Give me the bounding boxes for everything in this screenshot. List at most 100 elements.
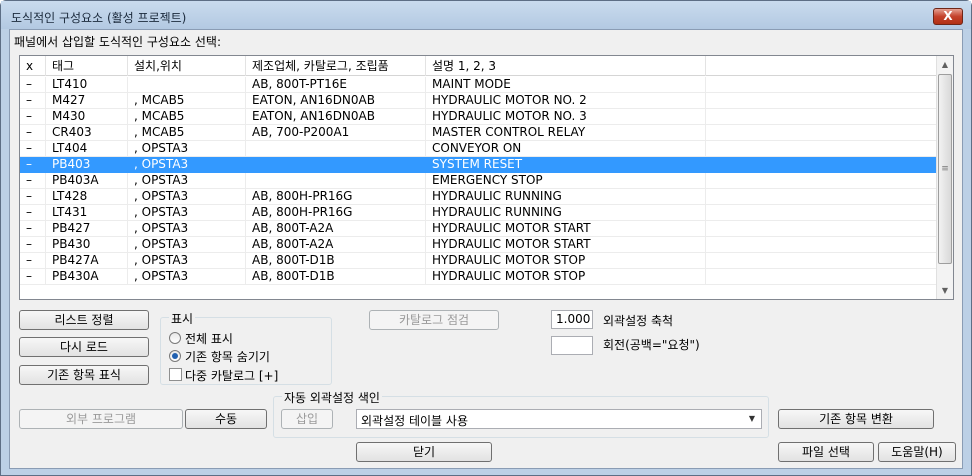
table-cell-location: , OPSTA3: [128, 221, 246, 237]
column-header-catalog[interactable]: 제조업체, 카탈로그, 조립품: [246, 56, 426, 76]
pick-file-button[interactable]: 파일 선택: [778, 442, 874, 462]
table-cell-location: , OPSTA3: [128, 205, 246, 221]
table-cell-catalog: AB, 800H-PR16G: [246, 189, 426, 205]
swap-existing-button[interactable]: 기존 항목 변환: [778, 409, 934, 429]
table-cell-description: HYDRAULIC RUNNING: [426, 205, 706, 221]
window-title: 도식적인 구성요소 (활성 프로젝트): [11, 11, 187, 25]
table-cell-location: , OPSTA3: [128, 253, 246, 269]
table-cell-x: –: [20, 173, 46, 189]
table-cell-location: , MCAB5: [128, 125, 246, 141]
hide-existing-label: 기존 항목 숨기기: [185, 350, 270, 364]
instruction-label: 패널에서 삽입할 도식적인 구성요소 선택:: [14, 35, 221, 49]
multi-catalog-label: 다중 카탈로그 [+]: [185, 369, 279, 383]
table-cell-catalog: AB, 800T-PT16E: [246, 77, 426, 93]
table-row[interactable]: – M427, MCAB5 EATON, AN16DN0AB HYDRAULIC MO…: [20, 93, 936, 109]
table-cell-description: HYDRAULIC MOTOR NO. 2: [426, 93, 706, 109]
table-cell-location: [128, 77, 246, 93]
table-cell-catalog: EATON, AN16DN0AB: [246, 93, 426, 109]
sort-list-button[interactable]: 리스트 정렬: [19, 310, 149, 330]
scroll-grip-icon: ≡: [941, 164, 949, 174]
column-header-location[interactable]: 설치,위치: [128, 56, 246, 76]
rotation-input[interactable]: [551, 336, 593, 355]
scroll-down-arrow-icon[interactable]: ▼: [937, 282, 953, 299]
chevron-down-icon[interactable]: ▼: [745, 412, 759, 426]
table-row[interactable]: – LT410 AB, 800T-PT16E MAINT MODE: [20, 77, 936, 93]
hide-existing-radio[interactable]: [169, 350, 181, 362]
footprint-mode-value: 외곽설정 테이블 사용: [361, 414, 468, 428]
catalog-check-button[interactable]: 카탈로그 점검: [369, 310, 499, 330]
multi-catalog-checkbox[interactable]: [169, 368, 182, 381]
manual-button[interactable]: 수동: [185, 409, 267, 429]
table-cell-catalog: [246, 141, 426, 157]
mark-existing-button[interactable]: 기존 항목 표식: [19, 365, 149, 385]
table-row[interactable]: – PB427A, OPSTA3 AB, 800T-D1B HYDRAULIC MOT…: [20, 253, 936, 269]
table-cell-x: –: [20, 205, 46, 221]
scroll-up-arrow-icon[interactable]: ▲: [937, 56, 953, 73]
table-cell-tag: LT410: [46, 77, 128, 93]
column-header-description[interactable]: 설명 1, 2, 3: [426, 56, 706, 76]
table-cell-catalog: AB, 700-P200A1: [246, 125, 426, 141]
table-cell-location: , OPSTA3: [128, 173, 246, 189]
table-row[interactable]: – PB403, OPSTA3 SYSTEM RESET: [20, 157, 936, 173]
external-program-button[interactable]: 외부 프로그램: [19, 409, 183, 429]
scale-input[interactable]: 1.000: [551, 310, 593, 329]
footprint-mode-select[interactable]: 외곽설정 테이블 사용 ▼: [356, 409, 762, 429]
table-cell-x: –: [20, 269, 46, 285]
table-cell-description: HYDRAULIC MOTOR STOP: [426, 269, 706, 285]
table-row[interactable]: – PB430A, OPSTA3 AB, 800T-D1B HYDRAULIC MOT…: [20, 269, 936, 285]
table-row[interactable]: – PB403A, OPSTA3 EMERGENCY STOP: [20, 173, 936, 189]
table-row[interactable]: – LT428, OPSTA3 AB, 800H-PR16G HYDRAULIC RU…: [20, 189, 936, 205]
scale-label: 외곽설정 축척: [603, 314, 674, 328]
display-group-title: 표시: [169, 310, 196, 327]
list-header: x 태그 설치,위치 제조업체, 카탈로그, 조립품 설명 1, 2, 3: [20, 56, 936, 76]
table-row[interactable]: – LT404, OPSTA3 CONVEYOR ON: [20, 141, 936, 157]
table-cell-x: –: [20, 125, 46, 141]
table-row[interactable]: – PB430, OPSTA3 AB, 800T-A2A HYDRAULIC MOTO…: [20, 237, 936, 253]
show-all-radio[interactable]: [169, 332, 181, 344]
table-cell-catalog: AB, 800T-A2A: [246, 237, 426, 253]
table-row[interactable]: – CR403, MCAB5 AB, 700-P200A1 MASTER CONTRO…: [20, 125, 936, 141]
table-cell-x: –: [20, 221, 46, 237]
vertical-scrollbar[interactable]: ▲ ≡ ▼: [936, 56, 953, 299]
insert-button[interactable]: 삽입: [281, 409, 333, 429]
display-group: 표시 전체 표시 기존 항목 숨기기 다중 카탈로그 [+]: [160, 310, 332, 385]
table-cell-description: EMERGENCY STOP: [426, 173, 706, 189]
table-cell-location: , OPSTA3: [128, 269, 246, 285]
table-cell-tag: PB430: [46, 237, 128, 253]
help-button[interactable]: 도움말(H): [878, 442, 956, 462]
table-cell-x: –: [20, 93, 46, 109]
table-row[interactable]: – PB427, OPSTA3 AB, 800T-A2A HYDRAULIC MOTO…: [20, 221, 936, 237]
table-cell-description: MAINT MODE: [426, 77, 706, 93]
table-cell-x: –: [20, 237, 46, 253]
table-cell-description: HYDRAULIC MOTOR STOP: [426, 253, 706, 269]
table-cell-tag: CR403: [46, 125, 128, 141]
dialog-window: 도식적인 구성요소 (활성 프로젝트) X 패널에서 삽입할 도식적인 구성요소…: [0, 0, 972, 476]
table-cell-catalog: AB, 800H-PR16G: [246, 205, 426, 221]
table-cell-description: HYDRAULIC MOTOR NO. 3: [426, 109, 706, 125]
close-window-button[interactable]: X: [933, 8, 963, 25]
list-rows: – LT410 AB, 800T-PT16E MAINT MODE – M427, MCA…: [20, 77, 936, 285]
table-cell-x: –: [20, 157, 46, 173]
table-row[interactable]: – M430, MCAB5 EATON, AN16DN0AB HYDRAULIC MO…: [20, 109, 936, 125]
table-cell-description: HYDRAULIC MOTOR START: [426, 221, 706, 237]
table-cell-location: , OPSTA3: [128, 157, 246, 173]
component-list[interactable]: x 태그 설치,위치 제조업체, 카탈로그, 조립품 설명 1, 2, 3 – L…: [19, 55, 954, 300]
table-row[interactable]: – LT431, OPSTA3 AB, 800H-PR16G HYDRAULIC RU…: [20, 205, 936, 221]
table-cell-tag: LT428: [46, 189, 128, 205]
column-header-tag[interactable]: 태그: [46, 56, 128, 76]
show-all-label: 전체 표시: [185, 332, 233, 346]
table-cell-tag: LT404: [46, 141, 128, 157]
table-cell-description: HYDRAULIC RUNNING: [426, 189, 706, 205]
title-bar: 도식적인 구성요소 (활성 프로젝트) X: [1, 1, 971, 29]
column-header-x[interactable]: x: [20, 56, 46, 76]
close-dialog-button[interactable]: 닫기: [356, 442, 492, 462]
table-cell-tag: M427: [46, 93, 128, 109]
reload-button[interactable]: 다시 로드: [19, 337, 149, 357]
table-cell-description: MASTER CONTROL RELAY: [426, 125, 706, 141]
table-cell-description: CONVEYOR ON: [426, 141, 706, 157]
table-cell-tag: PB430A: [46, 269, 128, 285]
table-cell-catalog: AB, 800T-D1B: [246, 253, 426, 269]
dialog-client-area: 패널에서 삽입할 도식적인 구성요소 선택: x 태그 설치,위치 제조업체, …: [9, 29, 963, 469]
scroll-thumb[interactable]: ≡: [938, 74, 952, 264]
table-cell-x: –: [20, 109, 46, 125]
